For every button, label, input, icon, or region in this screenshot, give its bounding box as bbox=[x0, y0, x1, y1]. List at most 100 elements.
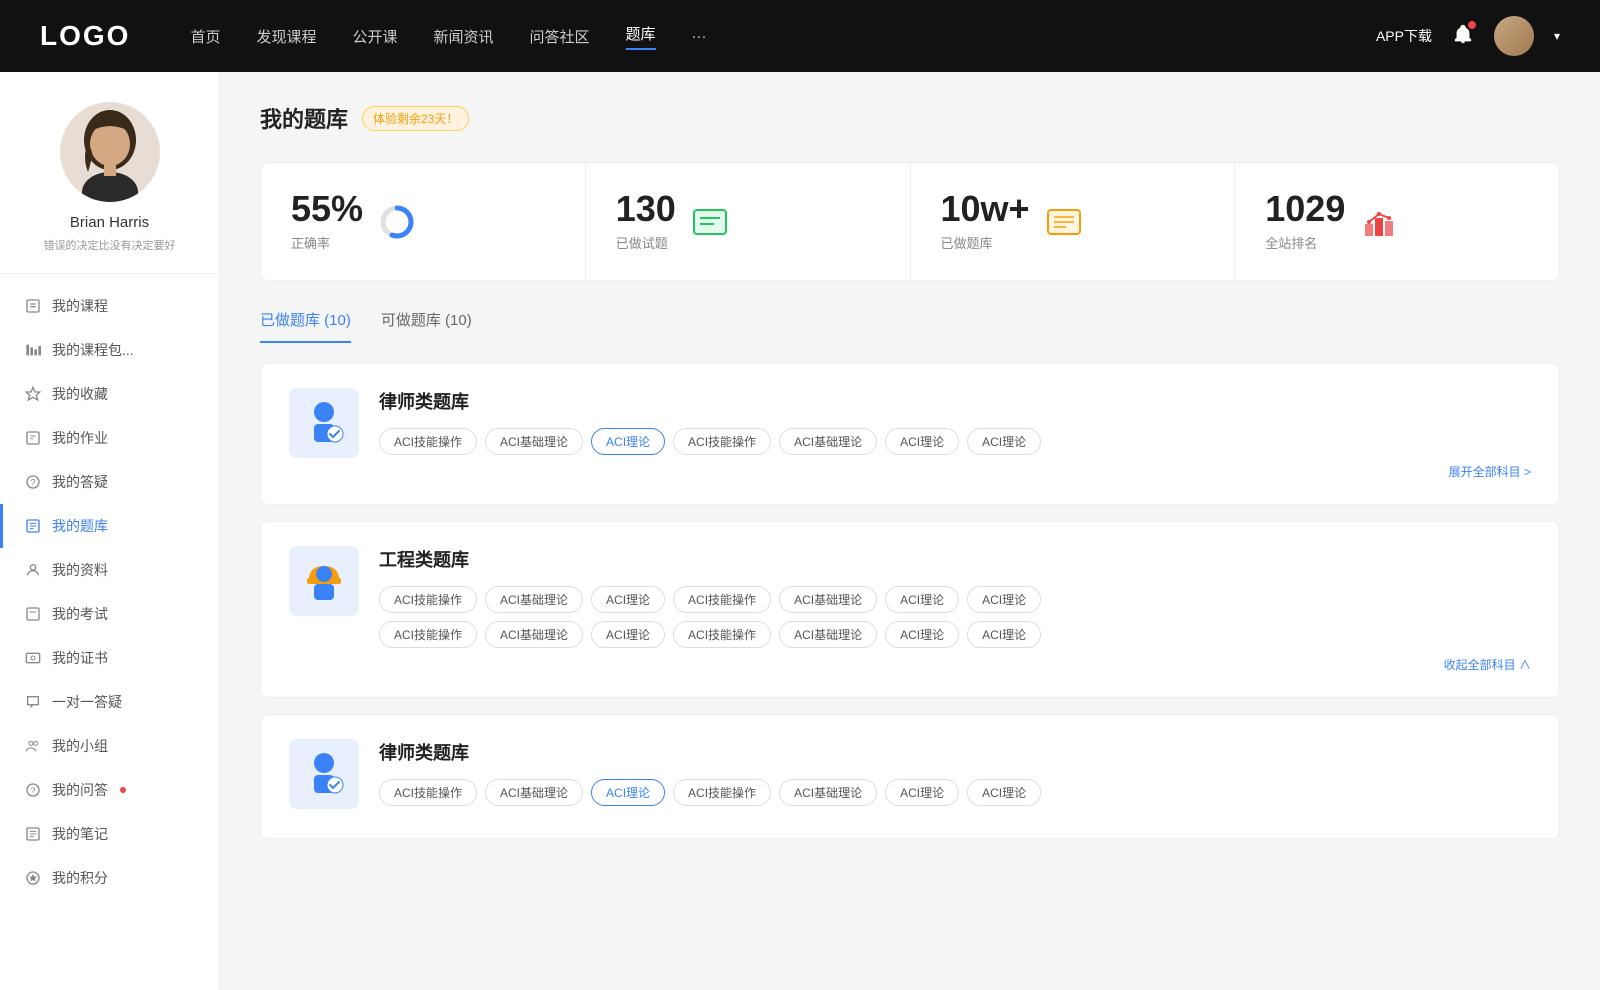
notification-bell[interactable] bbox=[1452, 23, 1474, 50]
menu-label: 我的证书 bbox=[52, 648, 108, 668]
profile-icon bbox=[24, 561, 42, 579]
tag-item[interactable]: ACI理论 bbox=[591, 621, 665, 648]
sidebar-item-notes[interactable]: 我的笔记 bbox=[0, 812, 219, 856]
sidebar-item-homework[interactable]: 我的作业 bbox=[0, 416, 219, 460]
stat-done-questions: 130 已做试题 bbox=[586, 163, 911, 280]
tag-item[interactable]: ACI理论 bbox=[885, 621, 959, 648]
sidebar: Brian Harris 错误的决定比没有决定要好 我的课程 我的课程包... bbox=[0, 72, 220, 990]
sidebar-item-groups[interactable]: 我的小组 bbox=[0, 724, 219, 768]
nav-link-open-course[interactable]: 公开课 bbox=[352, 26, 397, 47]
notification-dot bbox=[1468, 21, 1476, 29]
stat-label-banks: 已做题库 bbox=[941, 233, 1030, 252]
page-wrapper: Brian Harris 错误的决定比没有决定要好 我的课程 我的课程包... bbox=[0, 0, 1600, 990]
sidebar-menu: 我的课程 我的课程包... 我的收藏 我的作业 bbox=[0, 274, 219, 910]
sidebar-item-my-courses[interactable]: 我的课程 bbox=[0, 284, 219, 328]
menu-label: 我的资料 bbox=[52, 560, 108, 580]
sidebar-item-profile[interactable]: 我的资料 bbox=[0, 548, 219, 592]
sidebar-item-points[interactable]: 我的积分 bbox=[0, 856, 219, 900]
tag-item[interactable]: ACI技能操作 bbox=[379, 428, 477, 455]
tag-item[interactable]: ACI基础理论 bbox=[779, 621, 877, 648]
nav-link-questions[interactable]: 题库 bbox=[626, 23, 656, 50]
tag-item[interactable]: ACI基础理论 bbox=[779, 586, 877, 613]
tag-item[interactable]: ACI技能操作 bbox=[379, 621, 477, 648]
tag-item[interactable]: ACI技能操作 bbox=[673, 621, 771, 648]
stats-row: 55% 正确率 130 已做试题 bbox=[260, 162, 1560, 281]
tag-item[interactable]: ACI技能操作 bbox=[673, 586, 771, 613]
tag-item[interactable]: ACI技能操作 bbox=[673, 428, 771, 455]
tags-row-3: ACI技能操作 ACI基础理论 ACI理论 ACI技能操作 ACI基础理论 AC… bbox=[379, 779, 1531, 806]
tag-item[interactable]: ACI基础理论 bbox=[779, 428, 877, 455]
expand-button-1[interactable]: 展开全部科目 > bbox=[379, 463, 1531, 480]
groups-icon bbox=[24, 737, 42, 755]
sidebar-item-favorites[interactable]: 我的收藏 bbox=[0, 372, 219, 416]
svg-text:?: ? bbox=[30, 477, 35, 487]
nav-link-courses[interactable]: 发现课程 bbox=[256, 26, 316, 47]
stat-ranking: 1029 全站排名 bbox=[1235, 163, 1559, 280]
tag-item[interactable]: ACI理论 bbox=[967, 621, 1041, 648]
stat-value-done: 130 bbox=[616, 191, 676, 227]
tag-item[interactable]: ACI技能操作 bbox=[673, 779, 771, 806]
tag-item[interactable]: ACI基础理论 bbox=[485, 586, 583, 613]
tag-item[interactable]: ACI基础理论 bbox=[485, 428, 583, 455]
menu-label: 我的收藏 bbox=[52, 384, 108, 404]
tag-item[interactable]: ACI技能操作 bbox=[379, 779, 477, 806]
tag-item[interactable]: ACI理论 bbox=[591, 586, 665, 613]
tag-item[interactable]: ACI理论 bbox=[885, 586, 959, 613]
menu-label: 我的课程包... bbox=[52, 340, 134, 360]
bank-title-3: 律师类题库 bbox=[379, 739, 1531, 765]
nav-link-home[interactable]: 首页 bbox=[190, 26, 220, 47]
ranking-icon bbox=[1359, 202, 1399, 242]
stat-label-done: 已做试题 bbox=[616, 233, 676, 252]
app-download-button[interactable]: APP下载 bbox=[1376, 26, 1432, 46]
menu-label: 我的积分 bbox=[52, 868, 108, 888]
main-content: 我的题库 体验剩余23天！ 55% 正确率 130 bbox=[220, 72, 1600, 990]
sidebar-item-course-pack[interactable]: 我的课程包... bbox=[0, 328, 219, 372]
sidebar-item-my-questions[interactable]: ? 我的问答 bbox=[0, 768, 219, 812]
tag-item[interactable]: ACI技能操作 bbox=[379, 586, 477, 613]
tab-done[interactable]: 已做题库 (10) bbox=[260, 309, 351, 342]
menu-label: 我的小组 bbox=[52, 736, 108, 756]
stat-value-banks: 10w+ bbox=[941, 191, 1030, 227]
banks-done-icon bbox=[1044, 202, 1084, 242]
homework-icon bbox=[24, 429, 42, 447]
bank-card-1: 律师类题库 ACI技能操作 ACI基础理论 ACI理论 ACI技能操作 ACI基… bbox=[260, 363, 1560, 505]
stat-label-ranking: 全站排名 bbox=[1265, 233, 1345, 252]
menu-label: 我的课程 bbox=[52, 296, 108, 316]
menu-label: 我的问答 bbox=[52, 780, 108, 800]
user-menu-chevron[interactable]: ▾ bbox=[1554, 29, 1560, 43]
unread-dot bbox=[120, 787, 126, 793]
collapse-button-2[interactable]: 收起全部科目 ∧ bbox=[379, 656, 1531, 673]
star-icon bbox=[24, 385, 42, 403]
tag-item[interactable]: ACI理论 bbox=[967, 586, 1041, 613]
tag-item[interactable]: ACI基础理论 bbox=[485, 779, 583, 806]
user-motto: 错误的决定比没有决定要好 bbox=[44, 237, 176, 253]
chat-icon bbox=[24, 693, 42, 711]
nav-right: APP下载 ▾ bbox=[1376, 16, 1560, 56]
user-name: Brian Harris bbox=[70, 214, 149, 231]
navbar: LOGO 首页 发现课程 公开课 新闻资讯 问答社区 题库 ··· APP下载 … bbox=[0, 0, 1600, 72]
sidebar-item-question-bank[interactable]: 我的题库 bbox=[0, 504, 219, 548]
sidebar-item-one-on-one[interactable]: 一对一答疑 bbox=[0, 680, 219, 724]
nav-link-more[interactable]: ··· bbox=[692, 28, 707, 45]
nav-link-news[interactable]: 新闻资讯 bbox=[434, 26, 494, 47]
menu-label: 我的答疑 bbox=[52, 472, 108, 492]
tag-item[interactable]: ACI理论 bbox=[967, 428, 1041, 455]
sidebar-item-exams[interactable]: 我的考试 bbox=[0, 592, 219, 636]
tag-item[interactable]: ACI理论 bbox=[885, 779, 959, 806]
tag-item-active[interactable]: ACI理论 bbox=[591, 779, 665, 806]
sidebar-item-qa-mine[interactable]: ? 我的答疑 bbox=[0, 460, 219, 504]
tag-item[interactable]: ACI基础理论 bbox=[779, 779, 877, 806]
sidebar-item-certificate[interactable]: 我的证书 bbox=[0, 636, 219, 680]
menu-label: 我的考试 bbox=[52, 604, 108, 624]
tag-item-active[interactable]: ACI理论 bbox=[591, 428, 665, 455]
tag-item[interactable]: ACI理论 bbox=[885, 428, 959, 455]
certificate-icon bbox=[24, 649, 42, 667]
tag-item[interactable]: ACI基础理论 bbox=[485, 621, 583, 648]
tab-available[interactable]: 可做题库 (10) bbox=[381, 309, 472, 342]
questions-icon: ? bbox=[24, 781, 42, 799]
tags-row-2a: ACI技能操作 ACI基础理论 ACI理论 ACI技能操作 ACI基础理论 AC… bbox=[379, 586, 1531, 613]
user-avatar[interactable] bbox=[1494, 16, 1534, 56]
tag-item[interactable]: ACI理论 bbox=[967, 779, 1041, 806]
stat-label-accuracy: 正确率 bbox=[291, 233, 363, 252]
nav-link-qa[interactable]: 问答社区 bbox=[530, 26, 590, 47]
